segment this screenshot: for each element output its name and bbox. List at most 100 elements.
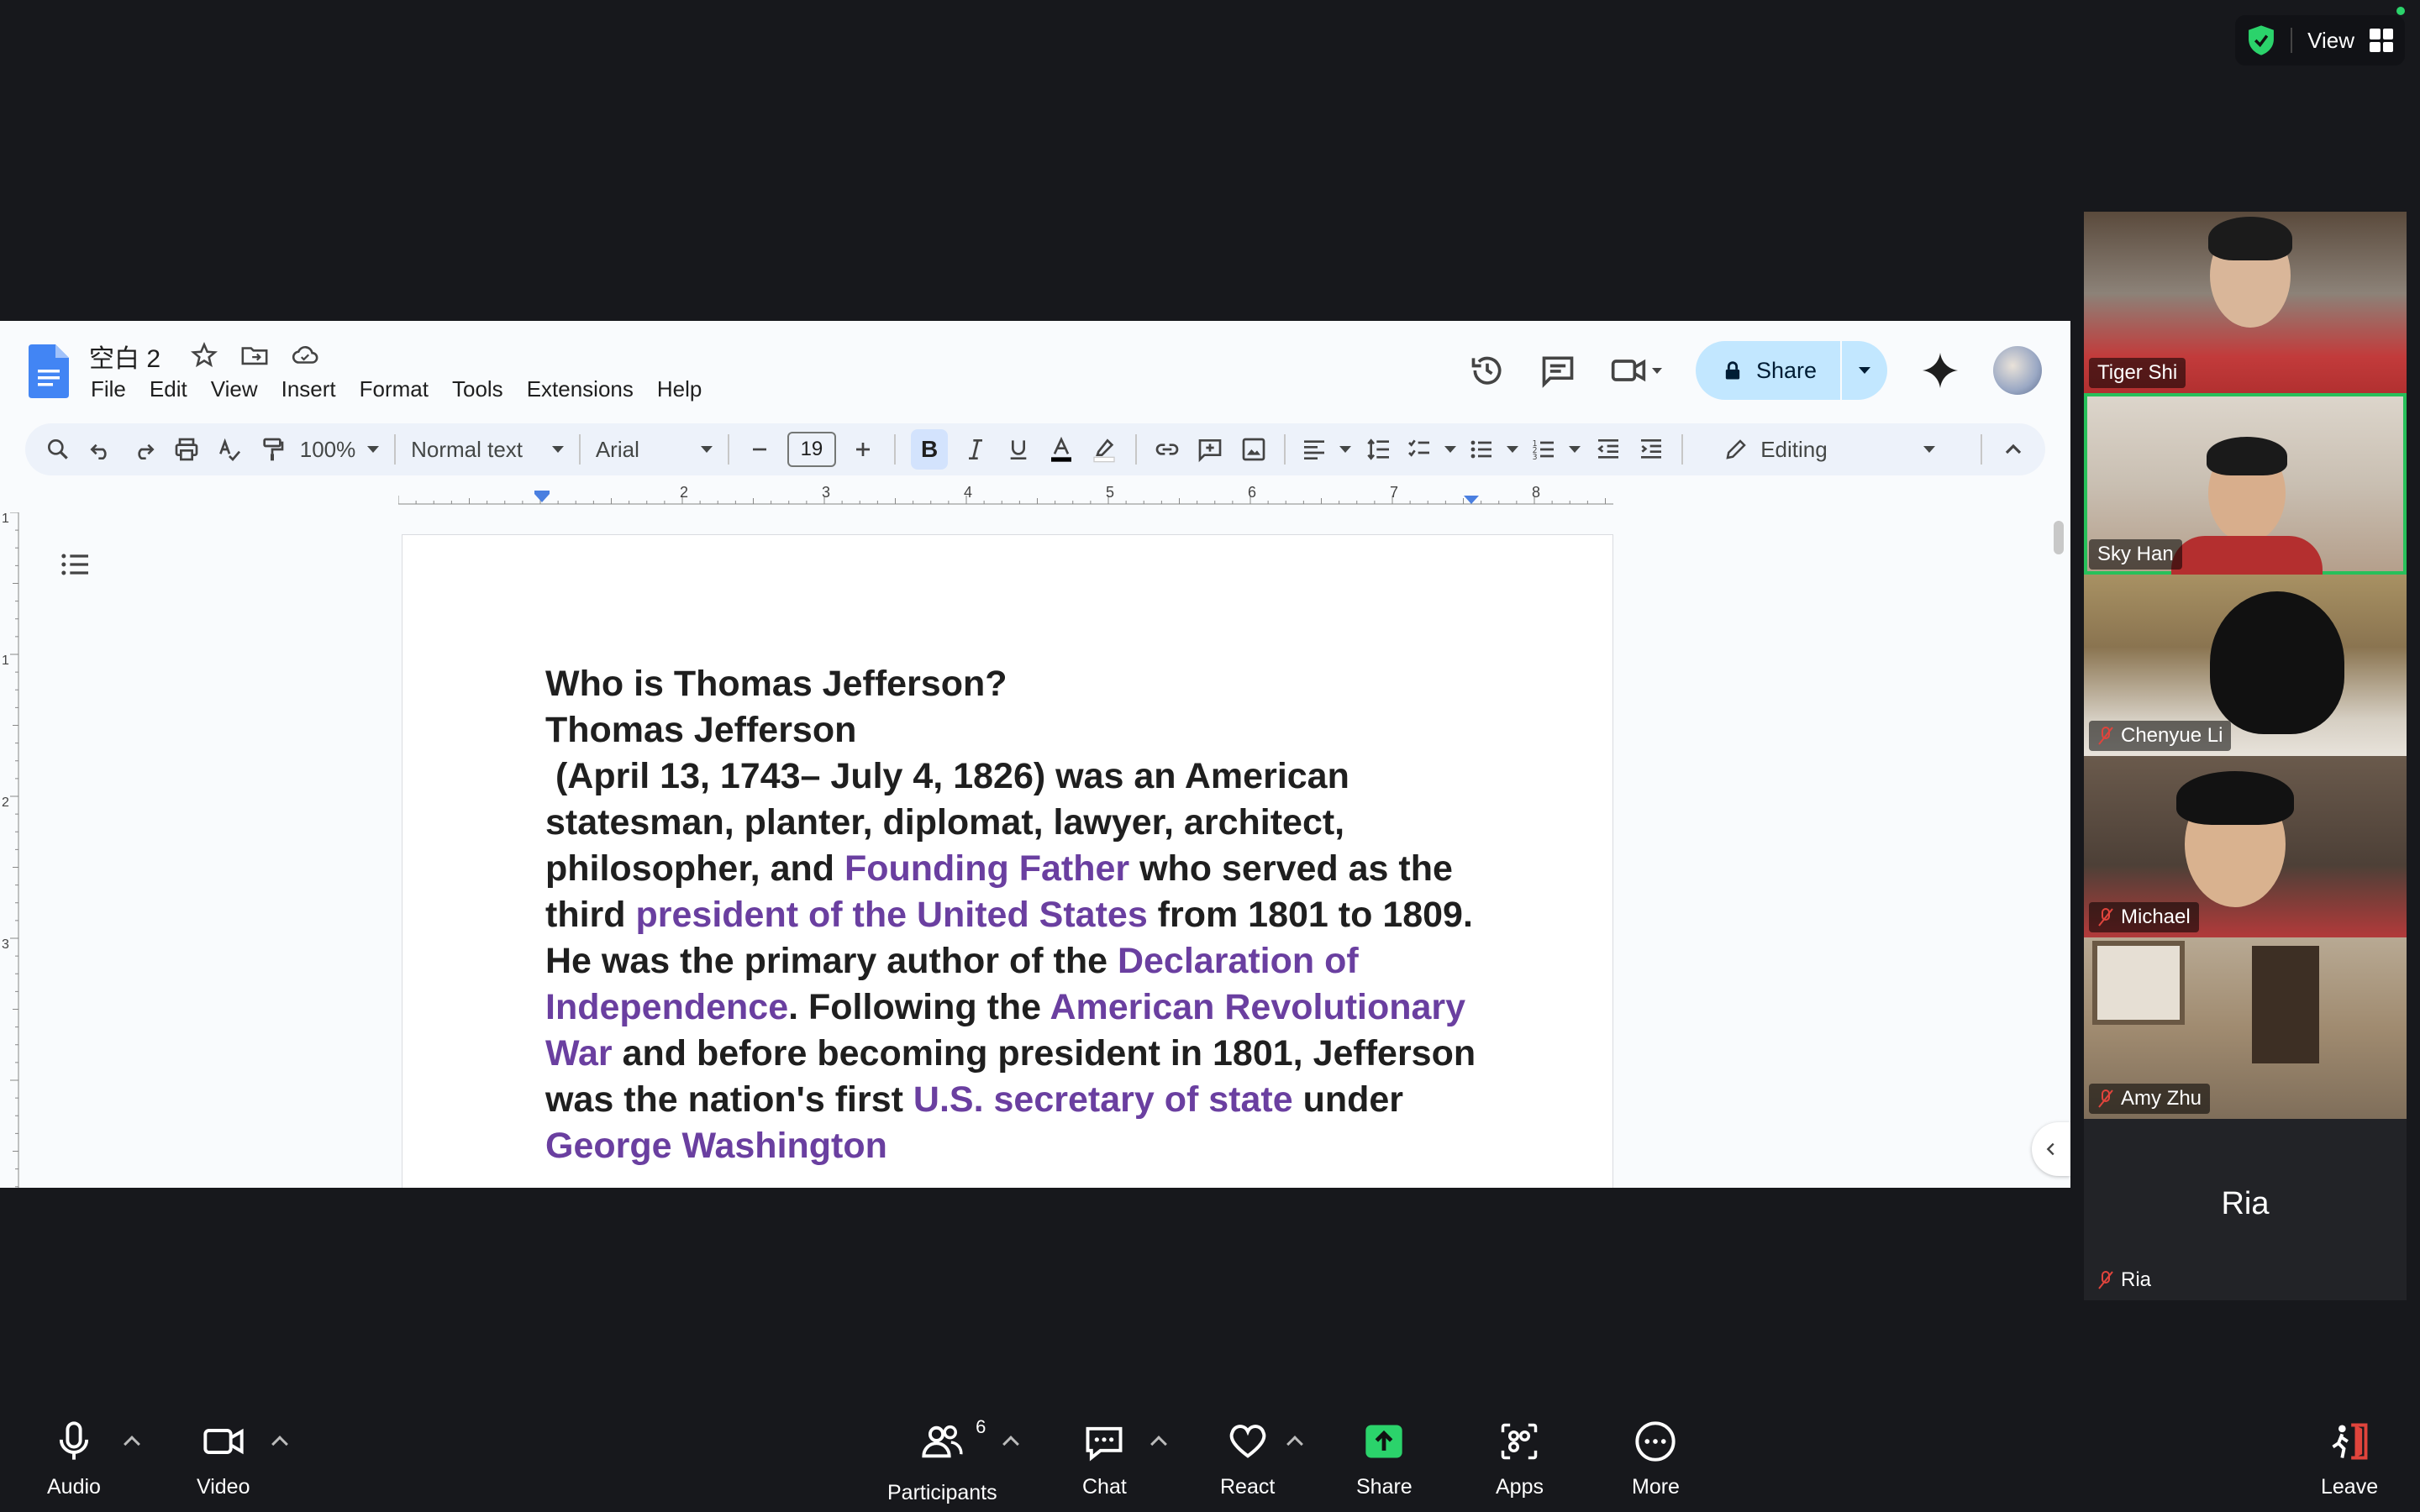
spellcheck-icon[interactable] — [214, 433, 245, 466]
participant-tile[interactable]: Michael — [2084, 756, 2407, 937]
leave-button[interactable]: Leave — [2321, 1420, 2378, 1499]
menu-help[interactable]: Help — [657, 376, 702, 402]
apps-button[interactable]: Apps — [1496, 1420, 1544, 1499]
vertical-scrollbar[interactable] — [2054, 521, 2064, 554]
link-secretary-of-state[interactable]: U.S. secretary of state — [913, 1079, 1293, 1120]
menu-edit[interactable]: Edit — [150, 376, 187, 402]
checklist-select[interactable] — [1406, 436, 1457, 463]
document-body[interactable]: Who is Thomas Jefferson? Thomas Jefferso… — [545, 661, 1486, 1169]
grid-view-icon[interactable] — [2370, 29, 2393, 52]
decrease-font-size-icon[interactable] — [744, 433, 776, 466]
video-options-caret[interactable] — [271, 1436, 288, 1452]
audio-options-caret[interactable] — [124, 1436, 140, 1452]
divider — [2291, 28, 2293, 53]
more-label: More — [1632, 1475, 1680, 1499]
align-select[interactable] — [1301, 436, 1351, 463]
star-icon[interactable] — [190, 341, 218, 370]
participant-tile[interactable]: Amy Zhu — [2084, 937, 2407, 1119]
decrease-indent-icon[interactable] — [1592, 433, 1623, 466]
redo-icon[interactable] — [128, 433, 159, 466]
participant-video — [2207, 437, 2287, 475]
numbered-list-select[interactable]: 123 — [1530, 436, 1581, 463]
muted-mic-icon — [2098, 727, 2113, 745]
cloud-saved-icon[interactable] — [291, 341, 319, 370]
chat-button[interactable]: Chat — [1082, 1420, 1127, 1499]
menu-file[interactable]: File — [91, 376, 126, 402]
more-button[interactable]: More — [1632, 1420, 1680, 1499]
print-icon[interactable] — [171, 433, 202, 466]
font-value: Arial — [595, 436, 639, 462]
insert-image-icon[interactable] — [1238, 433, 1269, 466]
menu-insert[interactable]: Insert — [281, 376, 336, 402]
audio-label: Audio — [47, 1475, 101, 1499]
participant-tile[interactable]: Chenyue Li — [2084, 575, 2407, 756]
menu-view[interactable]: View — [211, 376, 258, 402]
menu-format[interactable]: Format — [360, 376, 429, 402]
menu-extensions[interactable]: Extensions — [527, 376, 634, 402]
undo-icon[interactable] — [85, 433, 116, 466]
participant-tile[interactable]: Tiger Shi — [2084, 212, 2407, 393]
version-history-icon[interactable] — [1469, 352, 1506, 389]
editing-mode-select[interactable]: Editing — [1723, 437, 1936, 463]
share-main[interactable]: Share — [1696, 341, 1840, 400]
menu-tools[interactable]: Tools — [452, 376, 503, 402]
italic-icon[interactable] — [960, 433, 991, 466]
increase-font-size-icon[interactable] — [848, 433, 879, 466]
bullet-list-select[interactable] — [1468, 436, 1519, 463]
comments-icon[interactable] — [1539, 352, 1576, 389]
view-button[interactable]: View — [2307, 28, 2354, 54]
style-value: Normal text — [411, 436, 523, 462]
document-title[interactable]: 空白 2 — [89, 338, 160, 375]
checklist-icon — [1408, 439, 1430, 457]
font-size-input[interactable]: 19 — [787, 432, 836, 467]
bold-button[interactable]: B — [910, 429, 949, 470]
highlight-color-icon[interactable] — [1089, 433, 1120, 466]
participants-button[interactable]: 6 Participants — [887, 1416, 997, 1505]
muted-mic-icon — [2098, 1271, 2113, 1289]
bulleted-list-icon — [1470, 440, 1492, 459]
move-folder-icon[interactable] — [240, 341, 269, 370]
react-button[interactable]: React — [1220, 1420, 1275, 1499]
chevron-down-icon — [1444, 446, 1457, 453]
pencil-icon — [1726, 439, 1746, 459]
share-doc-button[interactable]: Share — [1695, 341, 1887, 400]
add-comment-icon[interactable] — [1195, 433, 1226, 466]
meet-button[interactable] — [1610, 352, 1662, 389]
link-president[interactable]: president of the United States — [635, 895, 1147, 935]
video-button[interactable]: Video — [197, 1420, 250, 1499]
horizontal-ruler[interactable]: 2 3 4 5 6 7 8 — [398, 486, 1613, 509]
hide-menus-icon[interactable] — [1997, 433, 2028, 466]
side-panel-toggle[interactable] — [2032, 1122, 2070, 1176]
document-page[interactable]: Who is Thomas Jefferson? Thomas Jefferso… — [402, 534, 1613, 1188]
chevron-down-icon — [1507, 446, 1519, 453]
insert-link-icon[interactable] — [1152, 433, 1183, 466]
underline-icon[interactable] — [1002, 433, 1034, 466]
link-george-washington[interactable]: George Washington — [545, 1126, 887, 1166]
text-color-icon[interactable] — [1046, 433, 1077, 466]
share-dropdown[interactable] — [1840, 341, 1887, 400]
share-screen-button[interactable]: Share — [1356, 1420, 1413, 1499]
menu-bar: File Edit View Insert Format Tools Exten… — [91, 376, 702, 402]
react-options-caret[interactable] — [1286, 1436, 1303, 1452]
paint-format-icon[interactable] — [257, 433, 288, 466]
vertical-ruler[interactable]: 1 1 2 3 — [0, 512, 24, 1188]
gemini-sparkle-icon[interactable] — [1921, 351, 1960, 390]
share-label: Share — [1356, 1475, 1413, 1499]
participant-tile[interactable]: Ria Ria — [2084, 1119, 2407, 1300]
line-spacing-icon[interactable] — [1363, 433, 1394, 466]
link-founding-father[interactable]: Founding Father — [844, 848, 1129, 889]
shared-document: 空白 2 File Edit View Insert Format Tools … — [0, 321, 2070, 1188]
google-docs-icon[interactable] — [29, 344, 69, 398]
document-outline-icon[interactable] — [59, 548, 92, 581]
chat-options-caret[interactable] — [1150, 1436, 1167, 1452]
font-select[interactable]: Arial — [596, 437, 713, 463]
style-select[interactable]: Normal text — [411, 437, 564, 463]
security-shield-icon[interactable] — [2247, 24, 2275, 56]
audio-button[interactable]: Audio — [47, 1420, 101, 1499]
increase-indent-icon[interactable] — [1635, 433, 1666, 466]
participant-tile[interactable]: Sky Han — [2084, 393, 2407, 575]
account-avatar[interactable] — [1993, 346, 2042, 395]
zoom-select[interactable]: 100% — [300, 437, 380, 463]
participants-options-caret[interactable] — [1002, 1436, 1019, 1452]
search-menus-icon[interactable] — [42, 433, 73, 466]
